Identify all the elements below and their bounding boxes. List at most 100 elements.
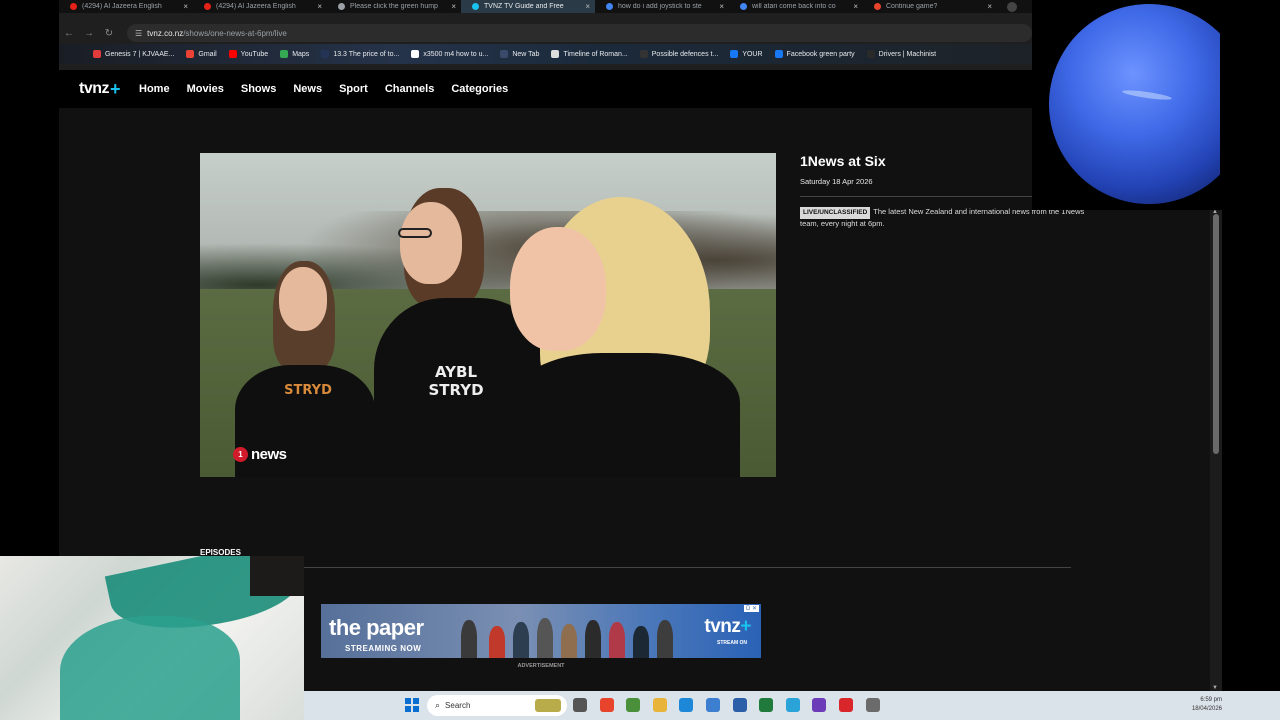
nav-movies[interactable]: Movies <box>187 83 224 95</box>
system-clock[interactable]: 6:59 pm 18/04/2026 <box>1192 696 1222 714</box>
cast-member <box>461 620 477 658</box>
bookmark-item[interactable]: Drivers | Machinist <box>866 50 936 58</box>
bookmark-item[interactable]: Facebook green party <box>774 50 855 58</box>
bookmark-favicon-icon <box>93 50 101 58</box>
bookmark-label: Facebook green party <box>786 50 855 58</box>
tab-title: TVNZ TV Guide and Free <box>484 3 564 10</box>
bookmark-favicon-icon <box>730 50 739 58</box>
ad-brand: tvnz+ <box>704 616 751 638</box>
tab-favicon-icon <box>472 3 479 10</box>
browser-tab[interactable]: how do i add joystick to ste × <box>595 0 729 13</box>
url-path: /shows/one-news-at-6pm/live <box>183 28 287 38</box>
app-icon-grid[interactable] <box>732 698 747 712</box>
video-player[interactable]: STRYD AYBL STRYD 1 news <box>200 153 776 477</box>
bookmark-label: YouTube <box>240 50 269 58</box>
chrome-app-icon[interactable] <box>599 698 614 712</box>
back-button[interactable]: ← <box>59 28 79 39</box>
cast-member <box>561 624 577 658</box>
nav-home[interactable]: Home <box>139 83 170 95</box>
nav-sport[interactable]: Sport <box>339 83 368 95</box>
ad-brand-word: tvnz <box>704 616 741 637</box>
start-button[interactable] <box>405 698 419 712</box>
tab-favicon-icon <box>70 3 77 10</box>
app-icon-purple[interactable] <box>812 698 827 712</box>
cast-member <box>513 622 529 658</box>
browser-window: (4294) Al Jazeera English × (4294) Al Jaze… <box>59 0 1032 70</box>
bookmark-label: x3500 m4 how to u... <box>423 50 489 58</box>
bookmark-item[interactable]: YouTube <box>228 50 269 58</box>
shirt-logo-mid-top: AYBL <box>434 363 478 381</box>
bookmark-item[interactable]: Genesis 7 | KJVAAE... <box>93 50 174 58</box>
bookmark-favicon-icon <box>639 50 648 58</box>
tab-close-icon[interactable]: × <box>719 2 724 11</box>
site-info-icon[interactable]: ☰ <box>135 29 142 38</box>
search-highlight-thumbnail <box>535 699 561 712</box>
tab-favicon-icon <box>874 3 881 10</box>
advertisement-banner[interactable]: the paper STREAMING NOW tvnz+ STREAM ON … <box>321 604 761 658</box>
ad-brand-plus: + <box>740 616 751 637</box>
tab-title: Continue game? <box>886 3 938 10</box>
bookmark-item[interactable]: YOUR <box>730 50 763 58</box>
settings-app-icon[interactable] <box>865 698 880 712</box>
reload-button[interactable]: ↻ <box>99 28 119 39</box>
bookmark-item[interactable]: Maps <box>280 50 309 58</box>
browser-tab[interactable]: Continue game? × <box>863 0 997 13</box>
tab-close-icon[interactable]: × <box>987 2 992 11</box>
page-scrollbar[interactable]: ▲ ▼ <box>1210 209 1222 691</box>
browser-tab[interactable]: (4294) Al Jazeera English × <box>59 0 193 13</box>
app-icon-red[interactable] <box>839 698 853 712</box>
new-tab-button[interactable] <box>997 0 1027 13</box>
bookmark-favicon-icon <box>228 50 237 58</box>
browser-tab[interactable]: (4294) Al Jazeera English × <box>193 0 327 13</box>
cast-member <box>633 626 649 658</box>
tab-close-icon[interactable]: × <box>317 2 322 11</box>
scrollbar-thumb[interactable] <box>1213 214 1219 454</box>
tab-close-icon[interactable]: × <box>585 2 590 11</box>
bookmark-item[interactable]: x3500 m4 how to u... <box>411 50 488 58</box>
tab-close-icon[interactable]: × <box>183 2 188 11</box>
tab-favicon-icon <box>338 3 345 10</box>
bookmark-item[interactable]: New Tab <box>500 50 539 58</box>
app-icon-blue[interactable] <box>706 698 720 712</box>
nav-channels[interactable]: Channels <box>385 83 435 95</box>
tvnz-logo[interactable]: tvnz + <box>79 79 121 100</box>
tab-close-icon[interactable]: × <box>853 2 858 11</box>
nav-news[interactable]: News <box>293 83 322 95</box>
planet-sphere <box>1049 4 1220 204</box>
adchoices-icon[interactable]: D ✕ <box>743 605 759 612</box>
taskbar-search-label: Search <box>445 701 471 710</box>
tab-favicon-icon <box>740 3 747 10</box>
webcam-shadow <box>250 556 304 596</box>
nav-categories[interactable]: Categories <box>451 83 508 95</box>
nav-shows[interactable]: Shows <box>241 83 276 95</box>
bookmark-label: YOUR <box>742 50 763 58</box>
browser-tab[interactable]: Please click the green hump × <box>327 0 461 13</box>
bookmark-item[interactable]: Possible defences t... <box>639 50 719 58</box>
browser-tab[interactable]: TVNZ TV Guide and Free × <box>461 0 595 13</box>
planet-overlay-image <box>1032 0 1220 210</box>
tab-close-icon[interactable]: × <box>451 2 456 11</box>
cast-member <box>657 620 673 658</box>
cast-member <box>585 620 601 658</box>
video-person-right <box>500 193 776 477</box>
bookmark-item[interactable]: Gmail <box>186 50 217 58</box>
address-bar[interactable]: ☰ tvnz.co.nz /shows/one-news-at-6pm/live <box>127 24 1032 42</box>
bookmark-item[interactable]: 13.3 The price of to... <box>321 50 399 58</box>
ad-headline: the paper <box>329 615 424 640</box>
bookmark-label: 13.3 The price of to... <box>333 50 400 58</box>
app-icon-green-dark[interactable] <box>759 698 774 712</box>
folder-app-icon[interactable] <box>652 698 667 712</box>
telegram-app-icon[interactable] <box>785 698 800 712</box>
episodes-divider <box>200 567 1071 568</box>
file-explorer-app-icon[interactable] <box>573 698 587 712</box>
browser-tab[interactable]: will atari come back into co × <box>729 0 863 13</box>
app-icon-green[interactable] <box>626 698 641 712</box>
bookmark-item[interactable]: Timeline of Roman... <box>551 50 628 58</box>
browser-toolbar: ← → ↻ ☰ tvnz.co.nz /shows/one-news-at-6p… <box>59 23 1032 43</box>
forward-button[interactable]: → <box>79 28 99 39</box>
bookmark-favicon-icon <box>321 50 330 58</box>
glasses <box>398 228 432 238</box>
edge-app-icon[interactable] <box>679 698 694 712</box>
bookmark-label: Possible defences t... <box>651 50 719 58</box>
taskbar-search[interactable]: ⌕ Search <box>427 695 567 716</box>
